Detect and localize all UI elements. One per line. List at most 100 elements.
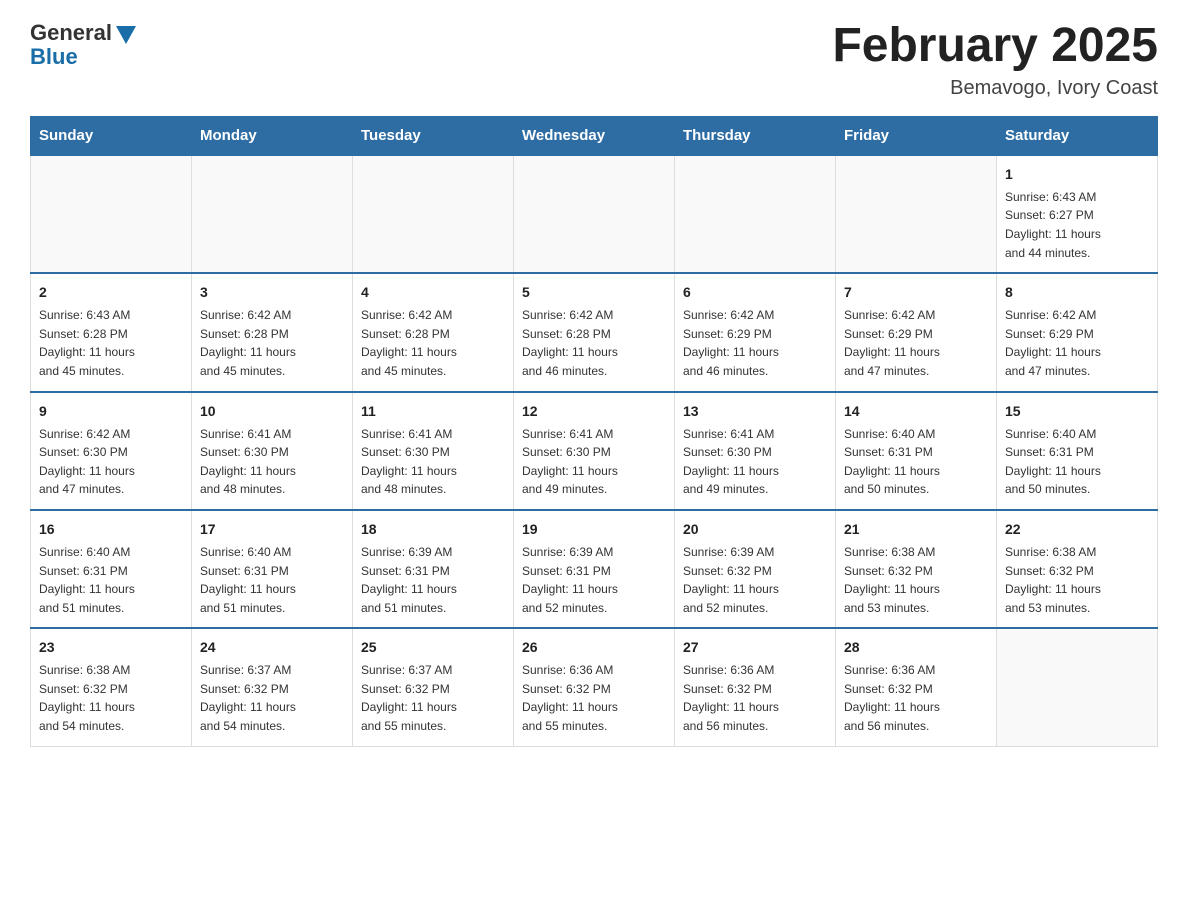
calendar-cell: 7Sunrise: 6:42 AMSunset: 6:29 PMDaylight… [836,273,997,391]
calendar-week-row: 16 Sunrise: 6:40 AMSunset: 6:31 PMDayligh… [31,510,1158,628]
calendar-cell: 9 Sunrise: 6:42 AMSunset: 6:30 PMDaylight… [31,392,192,510]
day-info: Sunrise: 6:41 AMSunset: 6:30 PMDaylight:… [522,425,666,499]
day-info: Sunrise: 6:40 AMSunset: 6:31 PMDaylight:… [200,543,344,617]
day-info: Sunrise: 6:42 AMSunset: 6:28 PMDaylight:… [200,306,344,380]
day-info: Sunrise: 6:42 AMSunset: 6:30 PMDaylight:… [39,425,183,499]
calendar-cell: 19 Sunrise: 6:39 AMSunset: 6:31 PMDayligh… [514,510,675,628]
day-info: Sunrise: 6:38 AMSunset: 6:32 PMDaylight:… [844,543,988,617]
day-info: Sunrise: 6:43 AMSunset: 6:27 PMDaylight:… [1005,188,1149,262]
calendar-cell: 16 Sunrise: 6:40 AMSunset: 6:31 PMDayligh… [31,510,192,628]
day-number: 4 [361,282,505,303]
calendar-cell: 27 Sunrise: 6:36 AMSunset: 6:32 PMDayligh… [675,628,836,746]
day-number: 10 [200,401,344,422]
calendar-cell: 11 Sunrise: 6:41 AMSunset: 6:30 PMDayligh… [353,392,514,510]
day-info: Sunrise: 6:36 AMSunset: 6:32 PMDaylight:… [683,661,827,735]
day-number: 19 [522,519,666,540]
day-number: 17 [200,519,344,540]
day-info: Sunrise: 6:39 AMSunset: 6:32 PMDaylight:… [683,543,827,617]
day-number: 9 [39,401,183,422]
calendar-cell: 23 Sunrise: 6:38 AMSunset: 6:32 PMDayligh… [31,628,192,746]
day-info: Sunrise: 6:42 AMSunset: 6:28 PMDaylight:… [522,306,666,380]
calendar-cell: 1 Sunrise: 6:43 AMSunset: 6:27 PMDaylight… [997,155,1158,273]
day-info: Sunrise: 6:42 AMSunset: 6:28 PMDaylight:… [361,306,505,380]
day-info: Sunrise: 6:40 AMSunset: 6:31 PMDaylight:… [1005,425,1149,499]
day-number: 22 [1005,519,1149,540]
day-number: 20 [683,519,827,540]
calendar-week-row: 1 Sunrise: 6:43 AMSunset: 6:27 PMDaylight… [31,155,1158,273]
logo-blue-text: Blue [30,44,78,70]
day-info: Sunrise: 6:43 AMSunset: 6:28 PMDaylight:… [39,306,183,380]
calendar-cell [31,155,192,273]
day-number: 26 [522,637,666,658]
day-number: 6 [683,282,827,303]
month-title: February 2025 [832,20,1158,73]
calendar-cell: 5 Sunrise: 6:42 AMSunset: 6:28 PMDaylight… [514,273,675,391]
calendar-cell [353,155,514,273]
calendar-cell [836,155,997,273]
calendar-cell: 24Sunrise: 6:37 AMSunset: 6:32 PMDayligh… [192,628,353,746]
calendar-week-row: 9 Sunrise: 6:42 AMSunset: 6:30 PMDaylight… [31,392,1158,510]
day-number: 25 [361,637,505,658]
calendar-cell: 28 Sunrise: 6:36 AMSunset: 6:32 PMDayligh… [836,628,997,746]
weekday-header-row: SundayMondayTuesdayWednesdayThursdayFrid… [31,116,1158,155]
calendar-cell: 22 Sunrise: 6:38 AMSunset: 6:32 PMDayligh… [997,510,1158,628]
weekday-header-monday: Monday [192,116,353,155]
calendar-cell: 14Sunrise: 6:40 AMSunset: 6:31 PMDayligh… [836,392,997,510]
day-number: 11 [361,401,505,422]
calendar-table: SundayMondayTuesdayWednesdayThursdayFrid… [30,116,1158,747]
day-number: 28 [844,637,988,658]
calendar-cell: 2Sunrise: 6:43 AMSunset: 6:28 PMDaylight… [31,273,192,391]
day-number: 1 [1005,164,1149,185]
day-number: 5 [522,282,666,303]
day-info: Sunrise: 6:36 AMSunset: 6:32 PMDaylight:… [522,661,666,735]
day-number: 27 [683,637,827,658]
weekday-header-saturday: Saturday [997,116,1158,155]
calendar-cell: 20 Sunrise: 6:39 AMSunset: 6:32 PMDayligh… [675,510,836,628]
weekday-header-friday: Friday [836,116,997,155]
calendar-cell: 21 Sunrise: 6:38 AMSunset: 6:32 PMDayligh… [836,510,997,628]
location-text: Bemavogo, Ivory Coast [832,77,1158,100]
weekday-header-tuesday: Tuesday [353,116,514,155]
day-info: Sunrise: 6:37 AMSunset: 6:32 PMDaylight:… [361,661,505,735]
day-number: 3 [200,282,344,303]
calendar-week-row: 23 Sunrise: 6:38 AMSunset: 6:32 PMDayligh… [31,628,1158,746]
day-number: 8 [1005,282,1149,303]
calendar-cell: 12 Sunrise: 6:41 AMSunset: 6:30 PMDayligh… [514,392,675,510]
weekday-header-thursday: Thursday [675,116,836,155]
day-info: Sunrise: 6:38 AMSunset: 6:32 PMDaylight:… [1005,543,1149,617]
day-number: 23 [39,637,183,658]
calendar-header: SundayMondayTuesdayWednesdayThursdayFrid… [31,116,1158,155]
calendar-body: 1 Sunrise: 6:43 AMSunset: 6:27 PMDaylight… [31,155,1158,746]
logo-general-text: General [30,20,112,46]
calendar-cell [675,155,836,273]
calendar-cell: 10 Sunrise: 6:41 AMSunset: 6:30 PMDayligh… [192,392,353,510]
day-info: Sunrise: 6:40 AMSunset: 6:31 PMDaylight:… [844,425,988,499]
calendar-cell: 26 Sunrise: 6:36 AMSunset: 6:32 PMDayligh… [514,628,675,746]
day-number: 24 [200,637,344,658]
calendar-cell [192,155,353,273]
day-number: 13 [683,401,827,422]
day-info: Sunrise: 6:41 AMSunset: 6:30 PMDaylight:… [361,425,505,499]
day-info: Sunrise: 6:40 AMSunset: 6:31 PMDaylight:… [39,543,183,617]
day-info: Sunrise: 6:38 AMSunset: 6:32 PMDaylight:… [39,661,183,735]
calendar-cell: 8 Sunrise: 6:42 AMSunset: 6:29 PMDaylight… [997,273,1158,391]
calendar-cell: 18 Sunrise: 6:39 AMSunset: 6:31 PMDayligh… [353,510,514,628]
day-info: Sunrise: 6:39 AMSunset: 6:31 PMDaylight:… [361,543,505,617]
day-number: 7 [844,282,988,303]
day-info: Sunrise: 6:42 AMSunset: 6:29 PMDaylight:… [1005,306,1149,380]
day-number: 21 [844,519,988,540]
day-info: Sunrise: 6:39 AMSunset: 6:31 PMDaylight:… [522,543,666,617]
weekday-header-sunday: Sunday [31,116,192,155]
day-info: Sunrise: 6:36 AMSunset: 6:32 PMDaylight:… [844,661,988,735]
day-info: Sunrise: 6:41 AMSunset: 6:30 PMDaylight:… [200,425,344,499]
calendar-cell [997,628,1158,746]
day-number: 12 [522,401,666,422]
day-info: Sunrise: 6:42 AMSunset: 6:29 PMDaylight:… [683,306,827,380]
calendar-cell: 15 Sunrise: 6:40 AMSunset: 6:31 PMDayligh… [997,392,1158,510]
calendar-cell: 13Sunrise: 6:41 AMSunset: 6:30 PMDayligh… [675,392,836,510]
day-number: 16 [39,519,183,540]
day-number: 18 [361,519,505,540]
logo: General Blue [30,20,136,70]
page-header: General Blue February 2025 Bemavogo, Ivo… [30,20,1158,100]
day-number: 15 [1005,401,1149,422]
